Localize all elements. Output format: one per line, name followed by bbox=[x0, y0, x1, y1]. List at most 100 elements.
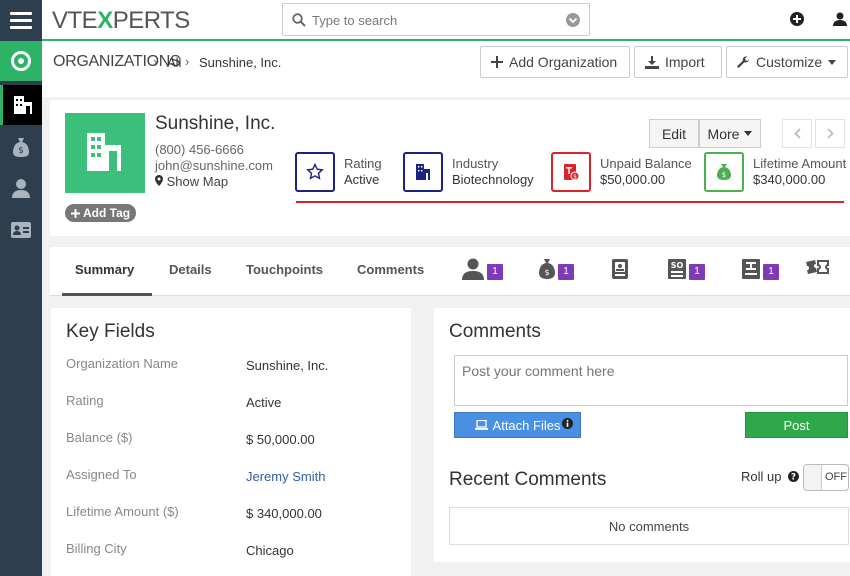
add-organization-button[interactable]: Add Organization bbox=[480, 46, 630, 78]
count-badge: 1 bbox=[558, 264, 574, 280]
comments-panel: Comments Attach Files Post Recent Commen… bbox=[434, 308, 850, 562]
contacts-icon[interactable] bbox=[0, 168, 42, 208]
comment-input[interactable] bbox=[454, 355, 848, 406]
app-logo[interactable]: VTEXPERTS bbox=[52, 7, 190, 35]
kpi-value: Active bbox=[344, 172, 380, 187]
home-icon[interactable] bbox=[0, 41, 42, 81]
kpi-value: $50,000.00 bbox=[600, 172, 666, 187]
active-tab-indicator bbox=[62, 293, 152, 296]
vcard-icon[interactable] bbox=[0, 210, 42, 250]
customize-label: Customize bbox=[756, 54, 823, 70]
attach-files-label: Attach Files bbox=[492, 417, 561, 433]
kpi-divider bbox=[296, 201, 844, 203]
module-title[interactable]: ORGANIZATIONS bbox=[53, 53, 181, 71]
menu-icon[interactable] bbox=[0, 0, 42, 40]
search-placeholder: Type to search bbox=[312, 13, 398, 28]
record-tabs: Summary Details Touchpoints Comments 1 $… bbox=[50, 247, 850, 296]
key-fields-panel: Key Fields Organization Name Sunshine, I… bbox=[51, 308, 411, 576]
no-comments-message: No comments bbox=[449, 507, 849, 545]
plus-icon bbox=[491, 56, 503, 68]
add-tag-button[interactable]: Add Tag bbox=[65, 204, 137, 222]
kpi-value: $340,000.00 bbox=[753, 172, 826, 187]
breadcrumb-filter[interactable]: All bbox=[167, 55, 181, 70]
count-badge: 1 bbox=[763, 264, 779, 280]
show-map-link[interactable]: Show Map bbox=[155, 174, 228, 189]
tab-related-deals[interactable]: $ 1 bbox=[538, 258, 574, 280]
chevron-right-icon bbox=[826, 128, 834, 139]
kpi-label: Lifetime Amount bbox=[753, 156, 847, 171]
comments-title: Comments bbox=[449, 321, 541, 342]
field-value[interactable]: Sunshine, Inc. bbox=[246, 358, 328, 373]
tab-summary[interactable]: Summary bbox=[75, 262, 134, 277]
count-badge: 1 bbox=[487, 264, 503, 280]
add-icon[interactable] bbox=[790, 12, 804, 26]
invoice-dollar-icon: $ bbox=[551, 152, 591, 192]
add-tag-label: Add Tag bbox=[83, 206, 131, 220]
organization-name: Sunshine, Inc. bbox=[155, 113, 276, 134]
search-icon bbox=[292, 13, 306, 27]
svg-text:$: $ bbox=[544, 268, 549, 277]
left-rail: $ bbox=[0, 0, 42, 576]
tab-related-sales-orders[interactable]: SO 1 bbox=[667, 258, 705, 280]
record-summary: Sunshine, Inc. (800) 456-6666 john@sunsh… bbox=[50, 100, 850, 236]
deals-icon[interactable]: $ bbox=[0, 127, 42, 167]
field-value[interactable]: Active bbox=[246, 395, 281, 410]
money-bag-icon: $ bbox=[704, 152, 744, 192]
ticket-icon bbox=[806, 260, 829, 274]
kpi-label: Industry bbox=[452, 156, 499, 171]
post-button[interactable]: Post bbox=[745, 412, 848, 438]
organization-email[interactable]: john@sunshine.com bbox=[155, 158, 273, 173]
tab-related-invoices[interactable]: 1 bbox=[741, 258, 779, 280]
show-map-label: Show Map bbox=[166, 174, 229, 189]
svg-text:$: $ bbox=[18, 146, 24, 156]
user-icon[interactable] bbox=[833, 12, 847, 26]
organization-phone[interactable]: (800) 456-6666 bbox=[155, 142, 244, 157]
svg-text:?: ? bbox=[791, 473, 796, 482]
tab-related-tickets[interactable] bbox=[804, 258, 830, 280]
organizations-icon[interactable] bbox=[0, 85, 42, 125]
field-value[interactable]: $ 340,000.00 bbox=[246, 506, 322, 521]
next-record-button[interactable] bbox=[815, 119, 845, 148]
tab-related-documents[interactable] bbox=[610, 258, 630, 280]
kpi-label: Unpaid Balance bbox=[600, 156, 692, 171]
tab-comments[interactable]: Comments bbox=[357, 262, 424, 277]
document-icon bbox=[612, 259, 628, 279]
import-label: Import bbox=[665, 54, 705, 70]
previous-record-button[interactable] bbox=[782, 119, 812, 148]
svg-text:SO: SO bbox=[671, 261, 684, 270]
breadcrumb: ORGANIZATIONS › All › Sunshine, Inc. Add… bbox=[42, 41, 850, 97]
field-value[interactable]: Chicago bbox=[246, 543, 294, 558]
add-organization-label: Add Organization bbox=[509, 54, 618, 70]
field-value[interactable]: $ 50,000.00 bbox=[246, 432, 315, 447]
more-button[interactable]: More bbox=[699, 119, 761, 148]
tab-touchpoints[interactable]: Touchpoints bbox=[246, 262, 323, 277]
search-input[interactable]: Type to search bbox=[282, 3, 590, 36]
kpi-value: Biotechnology bbox=[452, 172, 534, 187]
rollup-toggle[interactable]: OFF bbox=[803, 464, 849, 491]
tab-details[interactable]: Details bbox=[169, 262, 212, 277]
tab-related-contacts[interactable]: 1 bbox=[461, 258, 503, 280]
assigned-to-link[interactable]: Jeremy Smith bbox=[246, 469, 325, 484]
wrench-icon bbox=[737, 55, 749, 68]
edit-button[interactable]: Edit bbox=[649, 119, 699, 148]
help-icon[interactable]: ? bbox=[788, 471, 799, 482]
kpi-lifetime-amount: $ Lifetime Amount $340,000.00 bbox=[704, 152, 846, 192]
field-label: Balance ($) bbox=[66, 430, 133, 445]
money-bag-icon: $ bbox=[539, 259, 555, 279]
map-marker-icon bbox=[155, 175, 163, 186]
sales-order-icon: SO bbox=[668, 259, 686, 279]
recent-comments-title: Recent Comments bbox=[449, 469, 607, 490]
field-label: Rating bbox=[66, 393, 104, 408]
star-icon bbox=[295, 152, 335, 192]
svg-text:$: $ bbox=[573, 173, 577, 180]
chevron-down-icon[interactable] bbox=[566, 13, 580, 27]
import-button[interactable]: Import bbox=[634, 46, 722, 78]
customize-button[interactable]: Customize bbox=[726, 46, 848, 78]
kpi-label: Rating bbox=[344, 156, 382, 171]
kpi-rating: Rating Active bbox=[295, 152, 382, 192]
caret-down-icon bbox=[744, 131, 753, 136]
info-icon[interactable] bbox=[562, 418, 573, 429]
top-bar: VTEXPERTS Type to search bbox=[42, 0, 850, 41]
field-label: Billing City bbox=[66, 541, 127, 556]
chevron-left-icon bbox=[793, 128, 801, 139]
